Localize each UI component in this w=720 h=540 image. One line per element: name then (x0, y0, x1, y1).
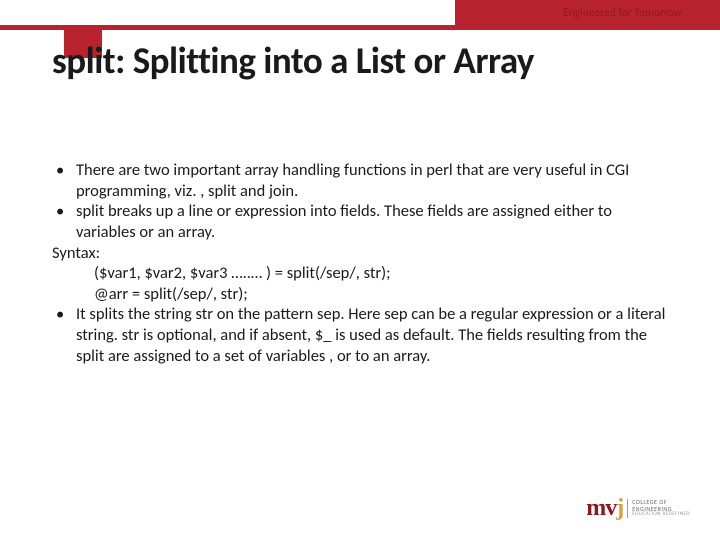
syntax-label: Syntax: (52, 243, 672, 264)
syntax-line: @arr = split(/sep/, str); (94, 284, 672, 305)
bullet-text: It splits the string str on the pattern … (76, 304, 672, 366)
slide-title: split: Splitting into a List or Array (52, 38, 534, 83)
bullet-dot: • (52, 201, 76, 242)
logo-mark: mvj (586, 495, 623, 522)
logo-letter-v: v (605, 495, 616, 521)
logo-letter-m: m (586, 495, 605, 521)
bullet-text: There are two important array handling f… (76, 160, 672, 201)
syntax-line: ($var1, $var2, $var3 …..… ) = split(/sep… (94, 263, 672, 284)
content-body: • There are two important array handling… (52, 160, 672, 366)
bullet-text: split breaks up a line or expression int… (76, 201, 672, 242)
bullet-item: • There are two important array handling… (52, 160, 672, 201)
tagline-text: Engineered for Tomorrow (563, 6, 682, 19)
header-white-overlay (0, 0, 455, 25)
footer-logo: mvj COLLEGE OF ENGINEERING EDUCATION RED… (586, 495, 690, 522)
logo-letter-j: j (616, 495, 623, 521)
bullet-item: • split breaks up a line or expression i… (52, 201, 672, 242)
bullet-dot: • (52, 304, 76, 366)
logo-line: EDUCATION REDEFINED (632, 512, 690, 518)
logo-text-block: COLLEGE OF ENGINEERING EDUCATION REDEFIN… (627, 499, 690, 518)
bullet-dot: • (52, 160, 76, 201)
bullet-item: • It splits the string str on the patter… (52, 304, 672, 366)
